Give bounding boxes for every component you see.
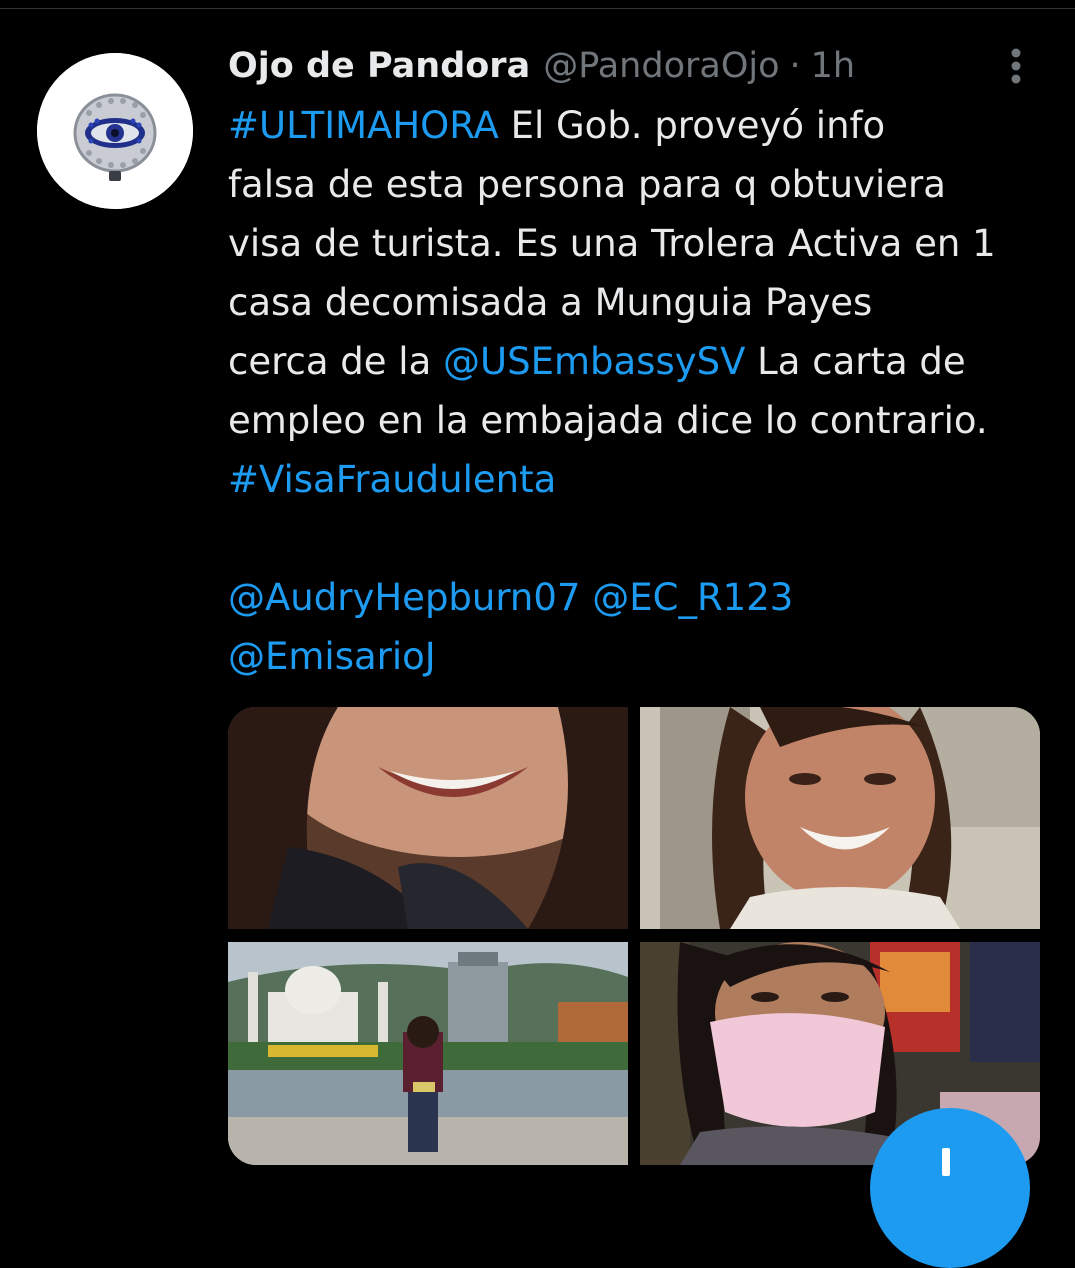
photo-1[interactable] (228, 707, 628, 929)
tweet-text-line: #ULTIMAHORA El Gob. proveyó info (228, 96, 1058, 155)
header-separator: · (789, 46, 801, 86)
avatar[interactable] (37, 53, 193, 209)
tweet-timestamp[interactable]: 1h (811, 46, 855, 86)
tweet-text-line: @EmisarioJ (228, 627, 1058, 686)
compose-plus-icon (942, 1148, 950, 1176)
top-divider (0, 8, 1075, 9)
tweet-text-line: empleo en la embajada dice lo contrario. (228, 399, 988, 442)
mention-usembassysv[interactable]: @USEmbassySV (443, 340, 745, 383)
mention-ec-r123[interactable]: @EC_R123 (592, 576, 793, 619)
tweet-text-segment: El Gob. proveyó info (498, 104, 886, 147)
tweet-header: Ojo de Pandora @PandoraOjo · 1h (228, 40, 855, 92)
mention-emisarioj[interactable]: @EmisarioJ (228, 635, 436, 678)
tweet-text-line: visa de turista. Es una Trolera Activa e… (228, 222, 996, 265)
tweet-text-segment: La carta de (745, 340, 966, 383)
evil-eye-bead-icon (37, 53, 193, 209)
more-vertical-icon[interactable] (1000, 44, 1032, 88)
tweet-text-line: @AudryHepburn07 @EC_R123 (228, 568, 1058, 627)
author-handle[interactable]: @PandoraOjo (543, 46, 779, 86)
compose-button[interactable] (870, 1108, 1030, 1268)
tweet-text-line: cerca de la @USEmbassySV La carta de (228, 332, 1058, 391)
tweet-text-segment: cerca de la (228, 340, 444, 383)
author-name[interactable]: Ojo de Pandora (228, 46, 530, 86)
media-grid (228, 707, 1040, 1165)
hashtag-ultimahora[interactable]: #ULTIMAHORA (228, 104, 499, 147)
photo-3[interactable] (228, 942, 628, 1165)
mention-audryhepburn07[interactable]: @AudryHepburn07 (228, 576, 580, 619)
tweet-text-line: #VisaFraudulenta (228, 450, 1058, 509)
tweet-text: #ULTIMAHORA El Gob. proveyó info falsa d… (228, 96, 1058, 686)
tweet-text-line: casa decomisada a Munguia Payes (228, 281, 873, 324)
tweet-text-line: falsa de esta persona para q obtuviera (228, 163, 946, 206)
photo-2[interactable] (640, 707, 1040, 929)
hashtag-visafraudulenta[interactable]: #VisaFraudulenta (228, 458, 556, 501)
